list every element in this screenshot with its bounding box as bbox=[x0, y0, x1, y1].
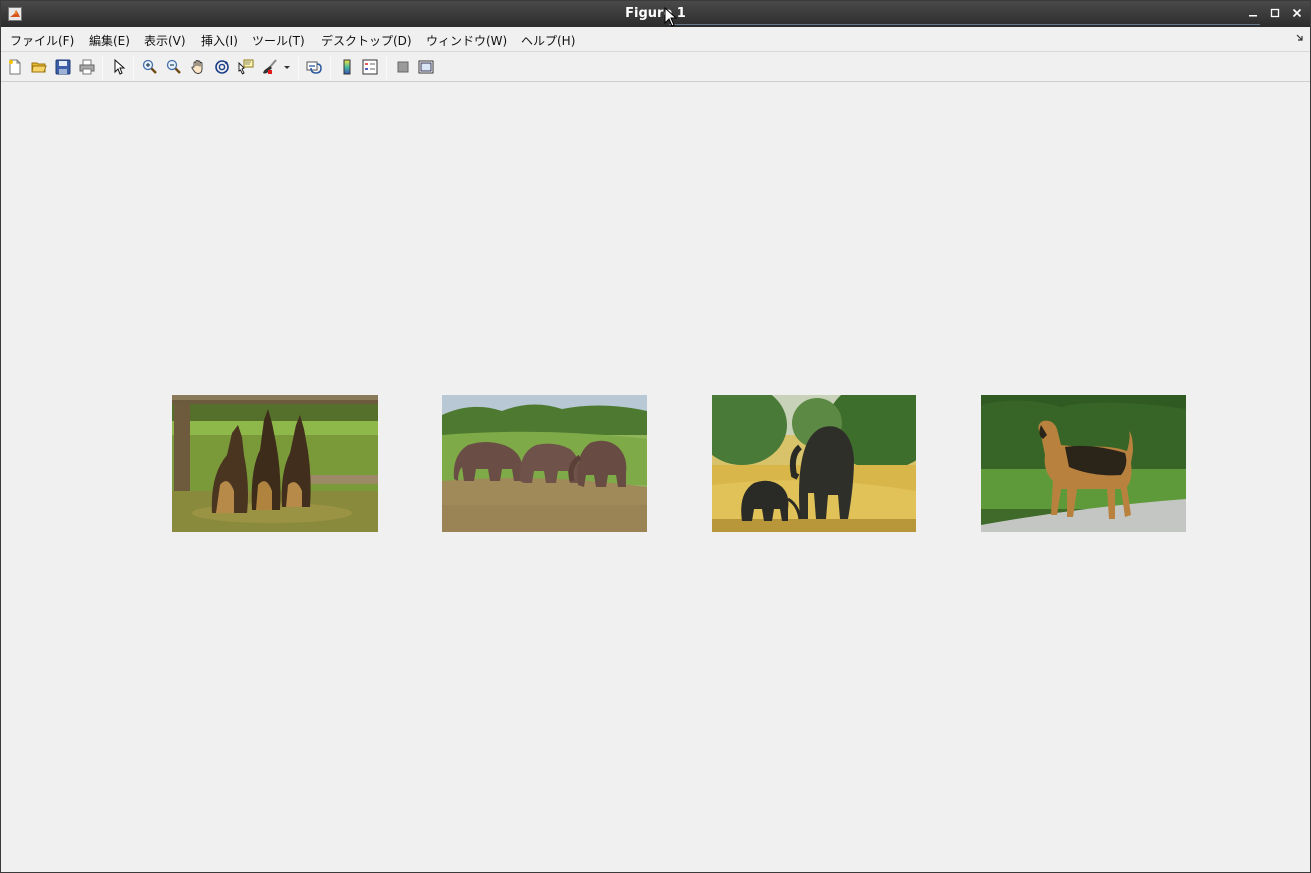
dock-figure-icon[interactable] bbox=[1296, 34, 1304, 42]
legend-icon[interactable] bbox=[360, 57, 380, 77]
window-title: Figure 1 bbox=[625, 6, 686, 21]
colorbar-icon[interactable] bbox=[337, 57, 357, 77]
menu-desktop[interactable]: デスクトップ(D) bbox=[321, 32, 412, 49]
show-plot-tools-icon[interactable] bbox=[416, 57, 436, 77]
link-plot-icon[interactable] bbox=[304, 57, 324, 77]
new-figure-icon[interactable] bbox=[5, 57, 25, 77]
toolbar-separator bbox=[102, 57, 103, 79]
title-underline bbox=[669, 24, 1260, 25]
pan-hand-icon[interactable] bbox=[188, 57, 208, 77]
close-icon[interactable] bbox=[1288, 5, 1306, 23]
menu-bar: ファイル(F) 編集(E) 表示(V) 挿入(I) ツール(T) デスクトップ(… bbox=[1, 27, 1310, 52]
data-cursor-icon[interactable] bbox=[236, 57, 256, 77]
menu-window[interactable]: ウィンドウ(W) bbox=[426, 32, 507, 49]
zoom-out-icon[interactable] bbox=[164, 57, 184, 77]
zoom-in-icon[interactable] bbox=[140, 57, 160, 77]
figure-canvas[interactable] bbox=[2, 83, 1309, 872]
rotate-3d-icon[interactable] bbox=[212, 57, 232, 77]
image-elephants-herd[interactable] bbox=[442, 395, 647, 532]
menu-tools[interactable]: ツール(T) bbox=[252, 32, 305, 49]
menu-insert[interactable]: 挿入(I) bbox=[201, 32, 238, 49]
menu-view[interactable]: 表示(V) bbox=[144, 32, 186, 49]
toolbar-separator bbox=[298, 57, 299, 79]
open-file-icon[interactable] bbox=[29, 57, 49, 77]
figure-toolbar bbox=[1, 53, 1310, 82]
title-bar[interactable]: Figure 1 bbox=[1, 1, 1310, 27]
brush-icon[interactable] bbox=[260, 57, 280, 77]
hide-plot-tools-icon[interactable] bbox=[393, 57, 413, 77]
toolbar-separator bbox=[386, 57, 387, 79]
menu-file[interactable]: ファイル(F) bbox=[10, 32, 74, 49]
image-dogs[interactable] bbox=[172, 395, 378, 532]
maximize-icon[interactable] bbox=[1266, 5, 1284, 23]
save-icon[interactable] bbox=[53, 57, 73, 77]
menu-edit[interactable]: 編集(E) bbox=[89, 32, 130, 49]
toolbar-separator bbox=[133, 57, 134, 79]
image-terrier[interactable] bbox=[981, 395, 1186, 532]
brush-dropdown-icon[interactable] bbox=[280, 57, 294, 77]
figure-window: Figure 1 ファイル(F) 編集(E) 表示(V) 挿入(I) ツール(T… bbox=[0, 0, 1311, 873]
mouse-cursor-icon bbox=[664, 7, 678, 27]
menu-help[interactable]: ヘルプ(H) bbox=[521, 32, 575, 49]
toolbar-separator bbox=[330, 57, 331, 79]
edit-plot-arrow-icon[interactable] bbox=[109, 57, 129, 77]
print-icon[interactable] bbox=[77, 57, 97, 77]
image-elephant-calf[interactable] bbox=[712, 395, 916, 532]
minimize-icon[interactable] bbox=[1244, 5, 1262, 23]
